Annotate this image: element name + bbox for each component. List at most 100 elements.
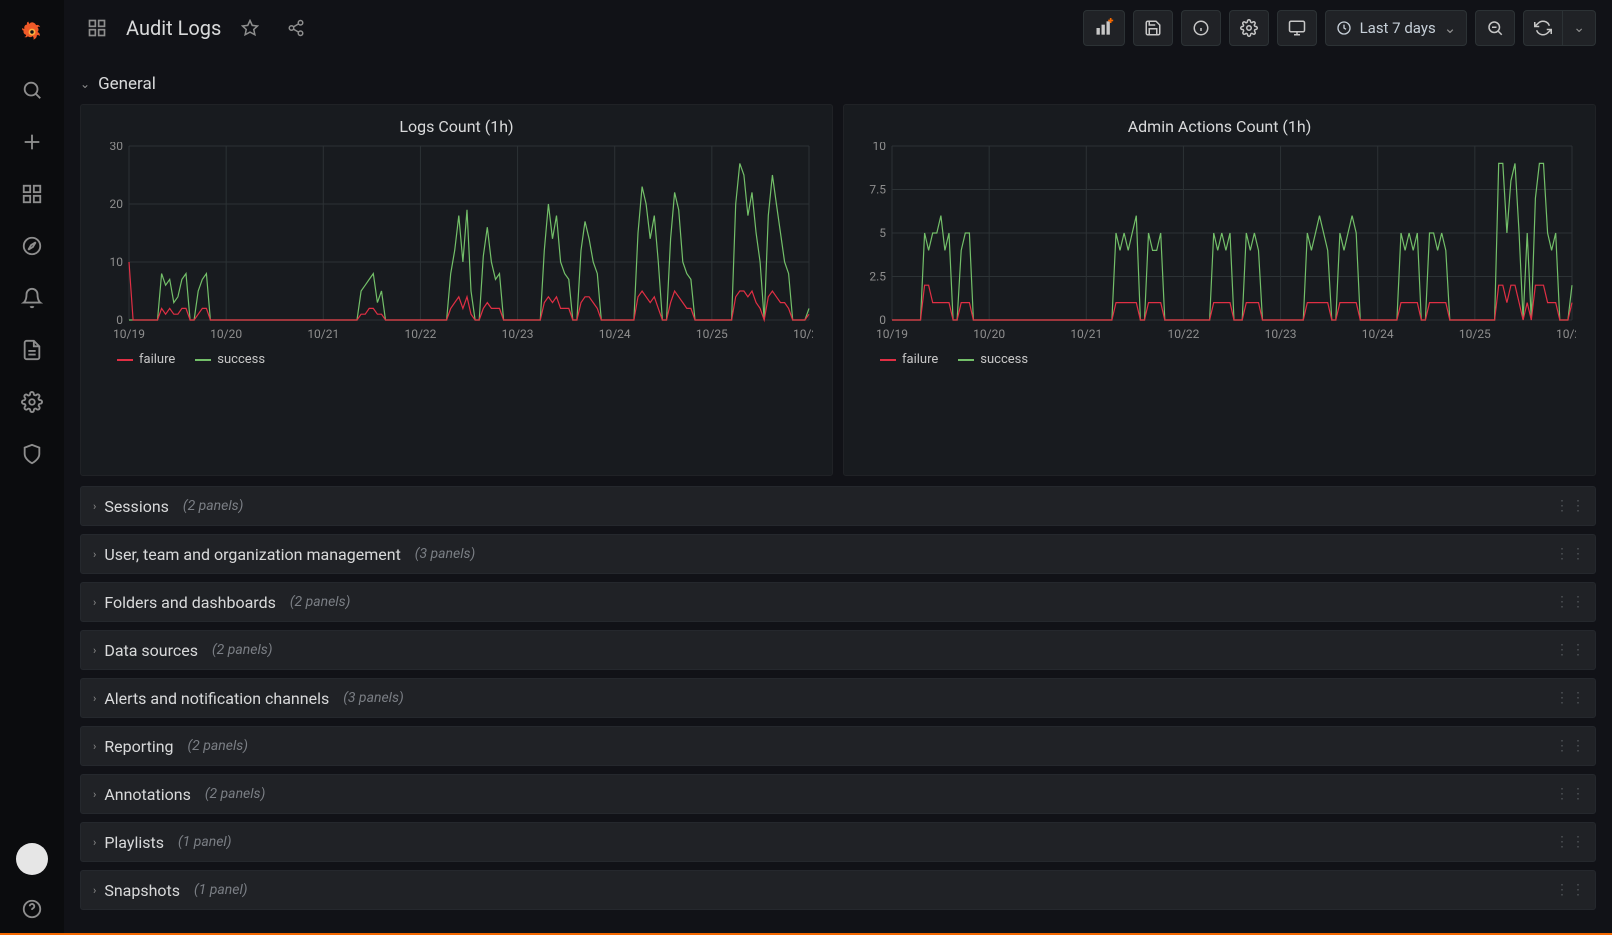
row-general[interactable]: ⌄ General: [80, 64, 1596, 104]
share-icon[interactable]: [279, 11, 313, 45]
row-title: General: [98, 74, 156, 94]
panel-title: Admin Actions Count (1h): [856, 113, 1583, 142]
grafana-logo[interactable]: [16, 16, 48, 48]
row-title: User, team and organization management: [104, 545, 400, 564]
save-button[interactable]: [1133, 10, 1173, 46]
add-panel-button[interactable]: [1083, 10, 1125, 46]
refresh-interval-button[interactable]: ⌄: [1563, 10, 1596, 46]
panel-title: Logs Count (1h): [93, 113, 820, 142]
drag-handle-icon[interactable]: ⋮⋮: [1555, 834, 1587, 850]
svg-text:10/22: 10/22: [404, 327, 436, 341]
server-admin-icon[interactable]: [12, 434, 52, 474]
svg-text:10/25: 10/25: [696, 327, 728, 341]
row-panel-count: (1 panel): [178, 834, 231, 850]
row-panel-count: (2 panels): [212, 642, 272, 658]
row-collapsed[interactable]: › Reporting (2 panels) ⋮⋮: [80, 726, 1596, 766]
row-panel-count: (2 panels): [290, 594, 350, 610]
panel-logs-count[interactable]: Logs Count (1h) 0 10 20 30 10/19 10/20 10/21 10…: [80, 104, 833, 476]
cycle-view-button[interactable]: [1277, 10, 1317, 46]
help-icon[interactable]: [12, 889, 52, 929]
page-title[interactable]: Audit Logs: [126, 16, 221, 40]
configuration-icon[interactable]: [12, 382, 52, 422]
time-range-label: Last 7 days: [1360, 19, 1436, 37]
chevron-down-icon: ⌄: [80, 77, 90, 91]
refresh-button[interactable]: [1523, 10, 1563, 46]
legend-success[interactable]: success: [195, 352, 265, 367]
chart-legend: failure success: [856, 342, 1583, 367]
row-title: Sessions: [104, 497, 169, 516]
svg-text:20: 20: [110, 197, 124, 211]
svg-text:10/20: 10/20: [973, 327, 1005, 341]
row-panel-count: (2 panels): [183, 498, 243, 514]
chevron-down-icon: ⌄: [1573, 20, 1585, 36]
svg-text:10/23: 10/23: [502, 327, 534, 341]
svg-text:10/20: 10/20: [210, 327, 242, 341]
svg-text:10/21: 10/21: [307, 327, 339, 341]
legend-failure[interactable]: failure: [880, 352, 938, 367]
time-picker[interactable]: Last 7 days ⌄: [1325, 10, 1468, 46]
drag-handle-icon[interactable]: ⋮⋮: [1555, 498, 1587, 514]
explore-icon[interactable]: [12, 226, 52, 266]
panel-admin-actions[interactable]: Admin Actions Count (1h) 02.557.51010/19…: [843, 104, 1596, 476]
info-button[interactable]: [1181, 10, 1221, 46]
row-collapsed[interactable]: › User, team and organization management…: [80, 534, 1596, 574]
row-panel-count: (2 panels): [188, 738, 248, 754]
svg-text:10: 10: [110, 255, 124, 269]
drag-handle-icon[interactable]: ⋮⋮: [1555, 594, 1587, 610]
svg-text:10/19: 10/19: [113, 327, 145, 341]
row-collapsed[interactable]: › Sessions (2 panels) ⋮⋮: [80, 486, 1596, 526]
chevron-down-icon: ⌄: [1444, 19, 1457, 37]
chevron-right-icon: ›: [93, 836, 96, 849]
svg-text:10/21: 10/21: [1070, 327, 1102, 341]
row-collapsed[interactable]: › Alerts and notification channels (3 pa…: [80, 678, 1596, 718]
row-collapsed[interactable]: › Snapshots (1 panel) ⋮⋮: [80, 870, 1596, 910]
chevron-right-icon: ›: [93, 500, 96, 513]
chevron-right-icon: ›: [93, 644, 96, 657]
row-title: Snapshots: [104, 881, 180, 900]
drag-handle-icon[interactable]: ⋮⋮: [1555, 882, 1587, 898]
drag-handle-icon[interactable]: ⋮⋮: [1555, 786, 1587, 802]
zoom-out-button[interactable]: [1475, 10, 1515, 46]
alerting-icon[interactable]: [12, 278, 52, 318]
dashboard-content: ⌄ General Logs Count (1h) 0 10 20 30 10/19 10…: [64, 56, 1612, 935]
drag-handle-icon[interactable]: ⋮⋮: [1555, 690, 1587, 706]
svg-text:30: 30: [110, 142, 124, 153]
row-title: Folders and dashboards: [104, 593, 276, 612]
svg-text:10/19: 10/19: [876, 327, 908, 341]
drag-handle-icon[interactable]: ⋮⋮: [1555, 738, 1587, 754]
chevron-right-icon: ›: [93, 596, 96, 609]
svg-text:10/25: 10/25: [1556, 327, 1576, 341]
row-panel-count: (2 panels): [205, 786, 265, 802]
row-title: Annotations: [104, 785, 191, 804]
legend-failure[interactable]: failure: [117, 352, 175, 367]
star-icon[interactable]: [233, 11, 267, 45]
legend-success[interactable]: success: [958, 352, 1028, 367]
row-panel-count: (1 panel): [194, 882, 247, 898]
row-title: Data sources: [104, 641, 198, 660]
drag-handle-icon[interactable]: ⋮⋮: [1555, 642, 1587, 658]
svg-text:10/23: 10/23: [1265, 327, 1297, 341]
svg-text:0: 0: [116, 313, 123, 327]
row-collapsed[interactable]: › Data sources (2 panels) ⋮⋮: [80, 630, 1596, 670]
svg-text:10/22: 10/22: [1167, 327, 1199, 341]
avatar[interactable]: [16, 843, 48, 875]
search-icon[interactable]: [12, 70, 52, 110]
plus-icon[interactable]: [12, 122, 52, 162]
settings-button[interactable]: [1229, 10, 1269, 46]
dashboards-icon[interactable]: [80, 11, 114, 45]
row-panel-count: (3 panels): [415, 546, 475, 562]
svg-text:10/25: 10/25: [1459, 327, 1491, 341]
chart[interactable]: 02.557.51010/1910/2010/2110/2210/2310/24…: [856, 142, 1576, 342]
row-collapsed[interactable]: › Playlists (1 panel) ⋮⋮: [80, 822, 1596, 862]
row-collapsed[interactable]: › Folders and dashboards (2 panels) ⋮⋮: [80, 582, 1596, 622]
chevron-right-icon: ›: [93, 788, 96, 801]
dashboards-icon[interactable]: [12, 174, 52, 214]
row-collapsed[interactable]: › Annotations (2 panels) ⋮⋮: [80, 774, 1596, 814]
chevron-right-icon: ›: [93, 692, 96, 705]
reports-icon[interactable]: [12, 330, 52, 370]
svg-text:0: 0: [879, 313, 886, 327]
svg-text:5: 5: [879, 226, 886, 240]
chart[interactable]: 010203010/1910/2010/2110/2210/2310/2410/…: [93, 142, 813, 342]
drag-handle-icon[interactable]: ⋮⋮: [1555, 546, 1587, 562]
row-title: Reporting: [104, 737, 173, 756]
